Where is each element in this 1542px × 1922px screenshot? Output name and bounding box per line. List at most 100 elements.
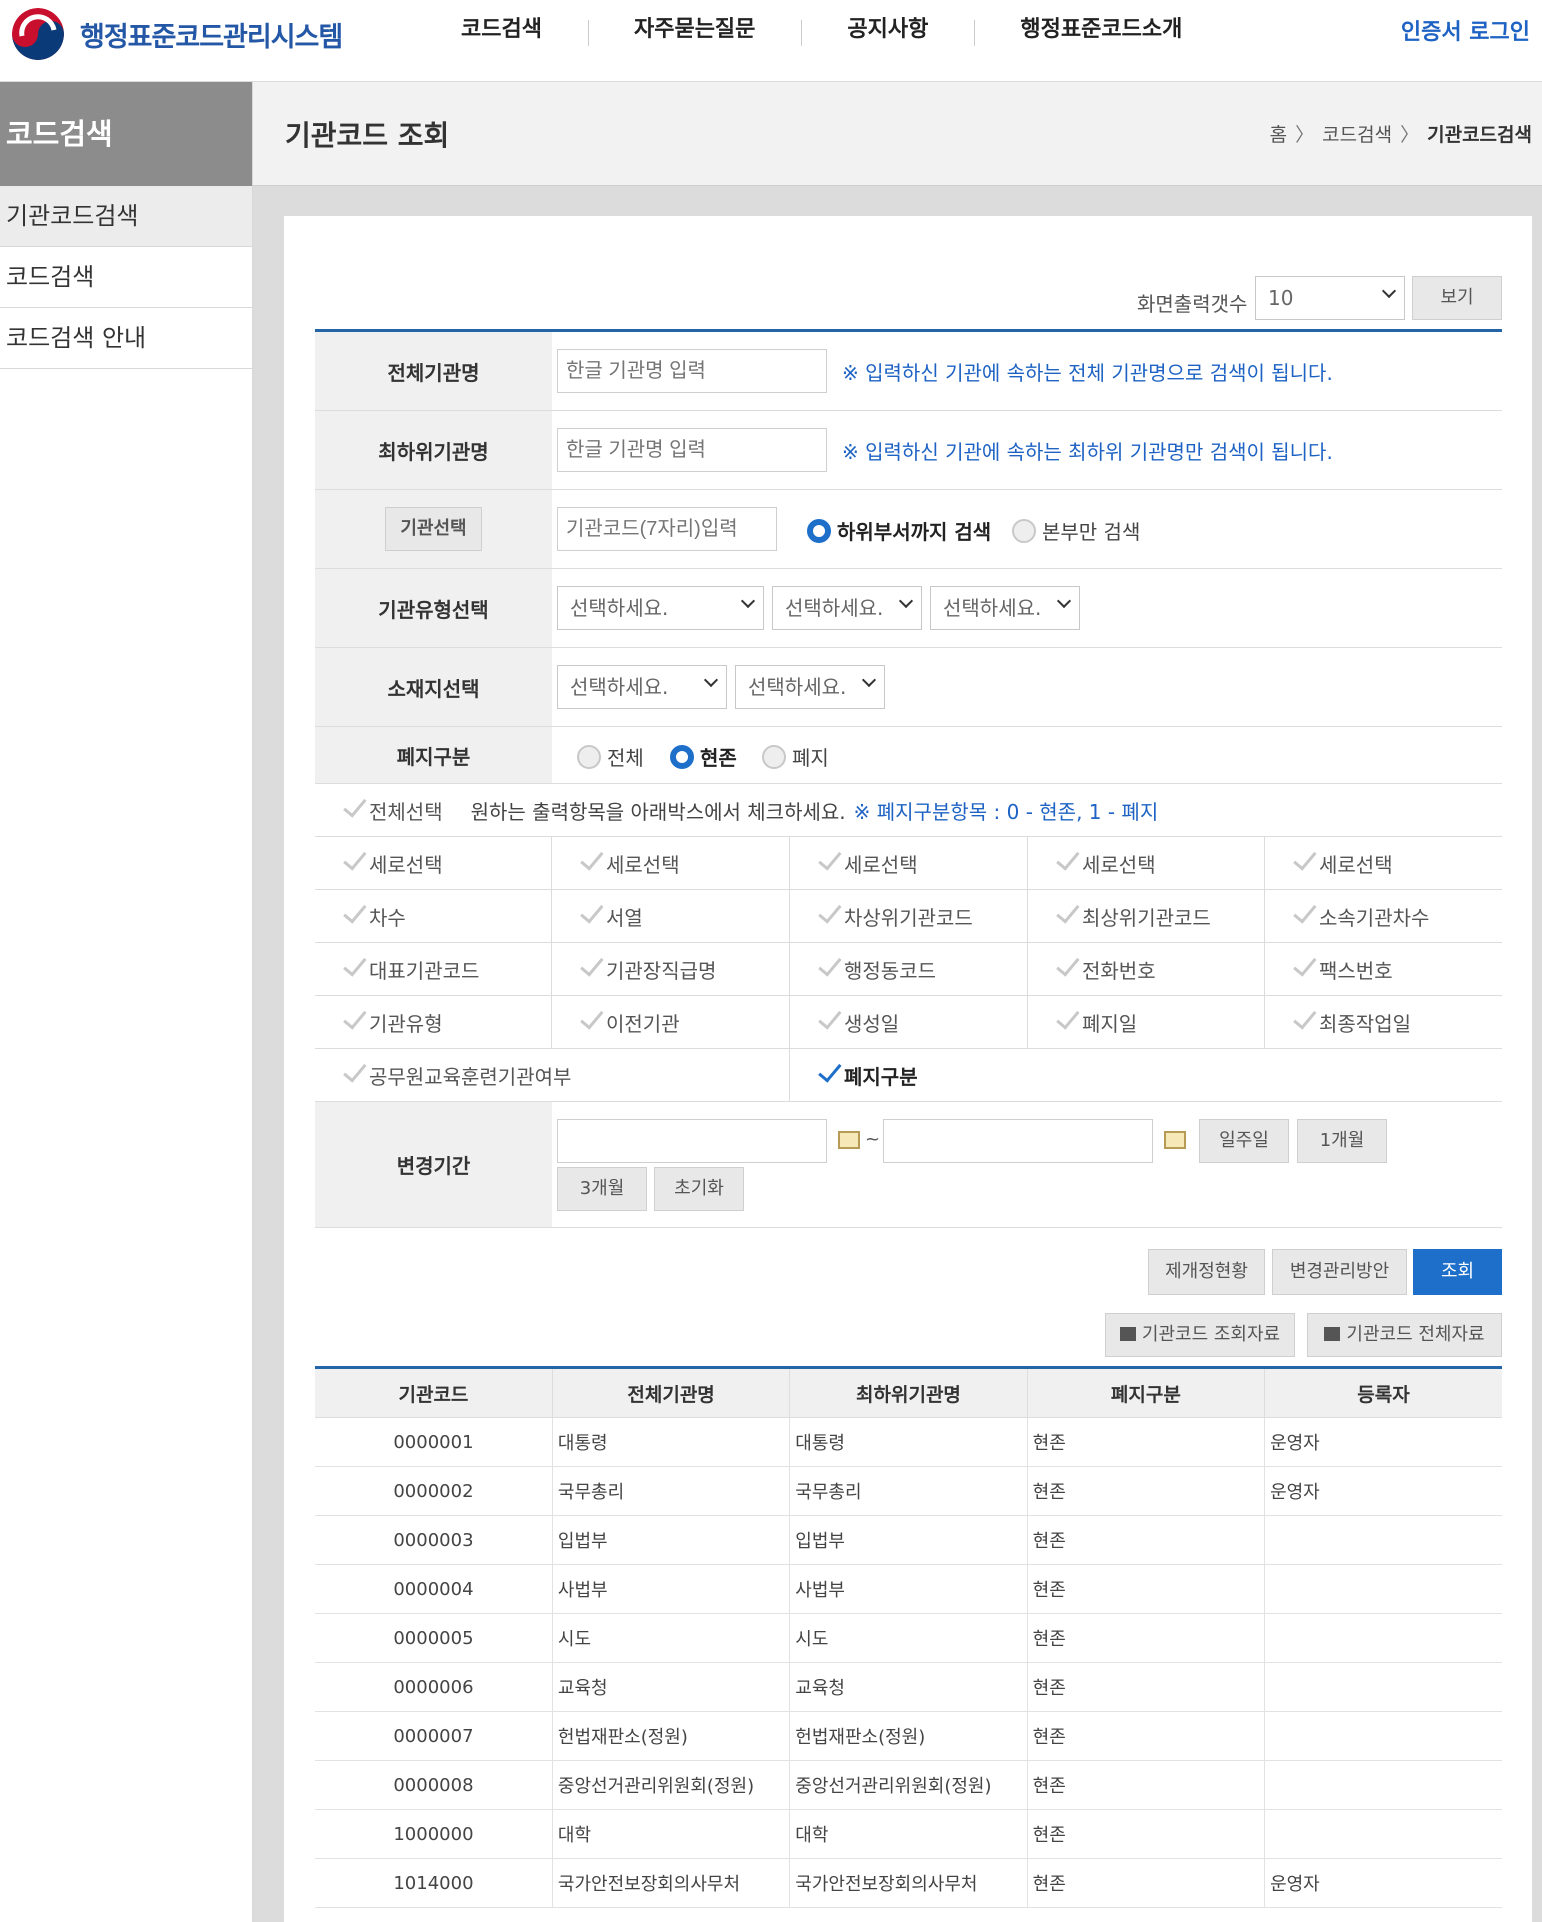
column-checkbox[interactable]: 최상위기관코드 xyxy=(1028,890,1265,942)
column-checkbox[interactable]: 기관유형 xyxy=(315,996,552,1048)
cell-org-code: 0000006 xyxy=(315,1662,553,1712)
download-all-button[interactable]: 기관코드 전체자료 xyxy=(1307,1313,1502,1357)
column-checkbox[interactable]: 최종작업일 xyxy=(1265,996,1502,1048)
th-abolish[interactable]: 폐지구분 xyxy=(1027,1367,1266,1418)
th-full-name[interactable]: 전체기관명 xyxy=(552,1367,791,1418)
column-checkbox[interactable]: 공무원교육훈련기관여부 xyxy=(315,1049,790,1101)
column-checkbox[interactable]: 세로선택 xyxy=(1265,837,1502,889)
column-checkbox[interactable]: 생성일 xyxy=(790,996,1028,1048)
period-start-input[interactable] xyxy=(557,1119,827,1163)
column-checkbox[interactable]: 소속기관차수 xyxy=(1265,890,1502,942)
table-row[interactable]: 0000007 헌법재판소(정원) 헌법재판소(정원) 현존 xyxy=(315,1711,1502,1761)
cell-full-name: 입법부 xyxy=(552,1515,791,1565)
select-all-checkbox[interactable]: 전체선택 xyxy=(315,784,443,836)
column-checkbox-label: 기관유형 xyxy=(369,1011,443,1036)
cell-full-name: 대학 xyxy=(552,1809,791,1859)
radio-abolish-abolished[interactable]: 폐지 xyxy=(762,742,829,771)
breadcrumb-code-search[interactable]: 코드검색 xyxy=(1322,124,1392,146)
org-code-input[interactable] xyxy=(557,507,777,551)
table-row[interactable]: 0000004 사법부 사법부 현존 xyxy=(315,1564,1502,1614)
sidebar-item-code-search[interactable]: 코드검색 xyxy=(0,247,252,308)
check-icon xyxy=(580,846,604,871)
page-header: 기관코드 조회 홈 〉 코드검색 〉 기관코드검색 xyxy=(253,82,1542,186)
column-checkbox-label: 전화번호 xyxy=(1082,958,1156,983)
radio-label: 폐지 xyxy=(792,746,829,770)
full-name-input[interactable] xyxy=(557,349,827,393)
location-select-2[interactable]: 선택하세요. xyxy=(735,665,885,709)
org-type-select-2[interactable]: 선택하세요. xyxy=(772,586,922,630)
column-checkbox[interactable]: 차상위기관코드 xyxy=(790,890,1028,942)
table-row[interactable]: 1000000 대학 대학 현존 xyxy=(315,1809,1502,1859)
period-week-button[interactable]: 일주일 xyxy=(1199,1119,1289,1163)
cert-login-link[interactable]: 인증서 로그인 xyxy=(1401,14,1530,46)
calendar-icon[interactable] xyxy=(1164,1131,1186,1149)
select-value: 선택하세요. xyxy=(785,596,884,620)
download-query-button[interactable]: 기관코드 조회자료 xyxy=(1105,1313,1295,1357)
column-checkbox[interactable]: 서열 xyxy=(552,890,790,942)
period-reset-button[interactable]: 초기화 xyxy=(654,1167,744,1211)
radio-abolish-existing[interactable]: 현존 xyxy=(670,742,737,771)
check-icon xyxy=(1293,899,1317,924)
nav-faq[interactable]: 자주묻는질문 xyxy=(587,14,801,46)
column-checkbox-label: 행정동코드 xyxy=(844,958,936,983)
table-row[interactable]: 0000006 교육청 교육청 현존 xyxy=(315,1662,1502,1712)
column-checkbox[interactable]: 세로선택 xyxy=(315,837,552,889)
column-checkbox[interactable]: 세로선택 xyxy=(790,837,1028,889)
column-checkbox-label: 서열 xyxy=(606,905,643,930)
select-all-row: 전체선택 원하는 출력항목을 아래박스에서 체크하세요. ※ 폐지구분항목 : … xyxy=(315,784,1502,837)
table-row[interactable]: 1014000 국가안전보장회의사무처 국가안전보장회의사무처 현존 운영자 xyxy=(315,1858,1502,1908)
table-row[interactable]: 0000001 대통령 대통령 현존 운영자 xyxy=(315,1417,1502,1467)
table-row[interactable]: 0000003 입법부 입법부 현존 xyxy=(315,1515,1502,1565)
org-type-select-3[interactable]: 선택하세요. xyxy=(930,586,1080,630)
check-icon xyxy=(580,1005,604,1030)
column-checkbox[interactable]: 전화번호 xyxy=(1028,943,1265,995)
calendar-icon[interactable] xyxy=(838,1131,860,1149)
change-plan-button[interactable]: 변경관리방안 xyxy=(1272,1249,1407,1295)
full-name-label: 전체기관명 xyxy=(315,332,552,410)
column-checkbox[interactable]: 폐지일 xyxy=(1028,996,1265,1048)
breadcrumb-home[interactable]: 홈 xyxy=(1270,124,1287,146)
radio-abolish-all[interactable]: 전체 xyxy=(577,742,644,771)
nav-about[interactable]: 행정표준코드소개 xyxy=(974,14,1228,46)
column-checkbox[interactable]: 행정동코드 xyxy=(790,943,1028,995)
sidebar-item-org-code-search[interactable]: 기관코드검색 xyxy=(0,186,252,247)
row-org-select: 기관선택 하위부서까지 검색 본부만 검색 xyxy=(315,490,1502,569)
display-count-select[interactable]: 10 xyxy=(1255,276,1405,320)
period-3month-button[interactable]: 3개월 xyxy=(557,1167,647,1211)
table-row[interactable]: 0000005 시도 시도 현존 xyxy=(315,1613,1502,1663)
th-org-code[interactable]: 기관코드 xyxy=(315,1367,553,1418)
period-end-input[interactable] xyxy=(883,1119,1153,1163)
nav-notice[interactable]: 공지사항 xyxy=(801,14,974,46)
column-checkbox[interactable]: 세로선택 xyxy=(1028,837,1265,889)
column-checkbox[interactable]: 팩스번호 xyxy=(1265,943,1502,995)
column-checkbox[interactable]: 대표기관코드 xyxy=(315,943,552,995)
th-registrant[interactable]: 등록자 xyxy=(1264,1367,1502,1418)
taegeuk-logo-icon xyxy=(12,8,64,60)
cell-lowest-name: 대통령 xyxy=(789,1417,1028,1467)
radio-include-sub[interactable]: 하위부서까지 검색 xyxy=(807,516,991,545)
site-logo[interactable]: 행정표준코드관리시스템 xyxy=(12,6,343,62)
column-checkbox[interactable]: 이전기관 xyxy=(552,996,790,1048)
sidebar-item-search-guide[interactable]: 코드검색 안내 xyxy=(0,308,252,369)
lowest-name-input[interactable] xyxy=(557,428,827,472)
th-lowest-name[interactable]: 최하위기관명 xyxy=(789,1367,1028,1418)
radio-main-only[interactable]: 본부만 검색 xyxy=(1012,516,1140,545)
column-checkbox[interactable]: 차수 xyxy=(315,890,552,942)
search-button[interactable]: 조회 xyxy=(1413,1249,1502,1295)
cell-abolish: 현존 xyxy=(1027,1711,1266,1761)
table-row[interactable]: 0000008 중앙선거관리위원회(정원) 중앙선거관리위원회(정원) 현존 xyxy=(315,1760,1502,1810)
period-month-button[interactable]: 1개월 xyxy=(1297,1119,1387,1163)
revision-status-button[interactable]: 제개정현황 xyxy=(1148,1249,1265,1295)
nav-code-search[interactable]: 코드검색 xyxy=(415,14,588,46)
download-all-label: 기관코드 전체자료 xyxy=(1346,1324,1485,1345)
column-checkbox[interactable]: 기관장직급명 xyxy=(552,943,790,995)
chevron-down-icon xyxy=(740,593,756,609)
view-button[interactable]: 보기 xyxy=(1412,276,1502,320)
org-type-select-1[interactable]: 선택하세요. xyxy=(557,586,764,630)
location-select-1[interactable]: 선택하세요. xyxy=(557,665,727,709)
org-select-button[interactable]: 기관선택 xyxy=(385,507,482,551)
column-checkbox-abolish[interactable]: 폐지구분 xyxy=(790,1049,1502,1101)
column-checkbox[interactable]: 세로선택 xyxy=(552,837,790,889)
org-type-label: 기관유형선택 xyxy=(315,569,552,647)
table-row[interactable]: 0000002 국무총리 국무총리 현존 운영자 xyxy=(315,1466,1502,1516)
